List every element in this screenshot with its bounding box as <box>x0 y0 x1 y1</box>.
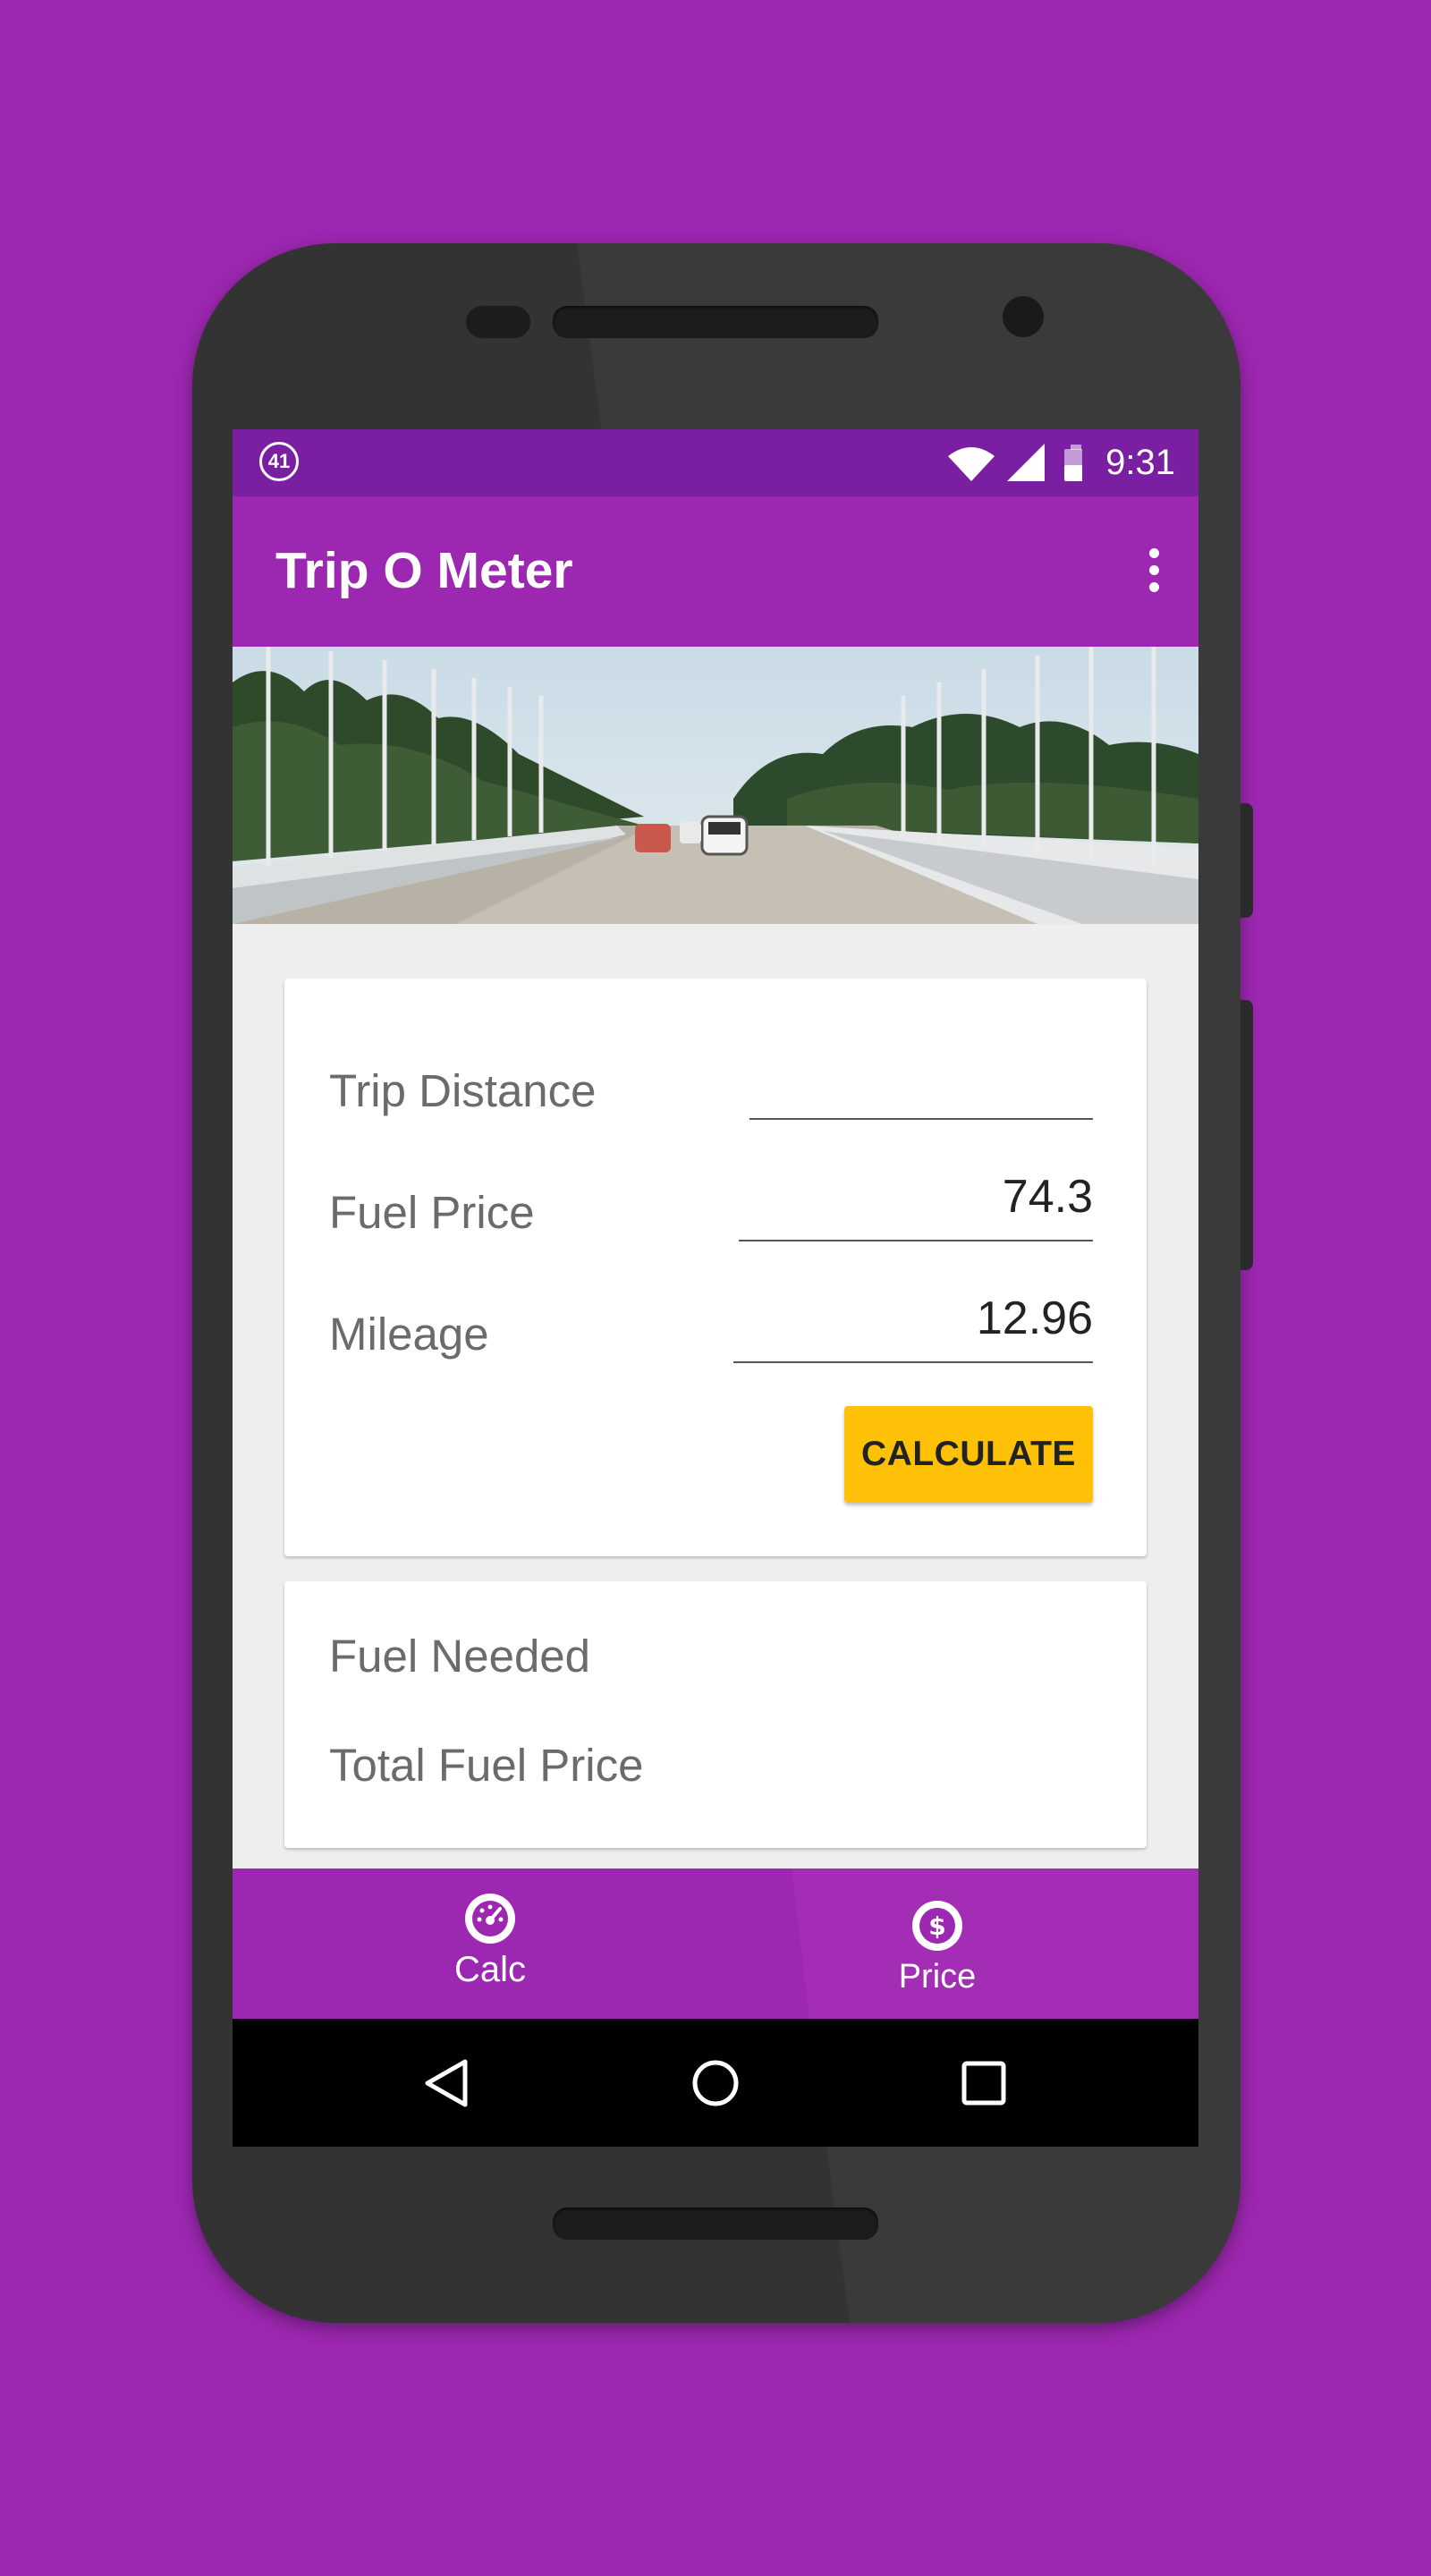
nav-price-label: Price <box>898 1958 977 1996</box>
bottom-speaker <box>553 2207 878 2240</box>
front-camera <box>1003 296 1044 337</box>
svg-text:$: $ <box>928 1911 945 1941</box>
app-title: Trip O Meter <box>275 542 573 599</box>
app-bar: Trip O Meter <box>233 496 1198 647</box>
trip-distance-field[interactable] <box>749 1048 1093 1120</box>
battery-icon <box>1064 445 1082 481</box>
fuel-price-label: Fuel Price <box>329 1187 535 1238</box>
nav-price[interactable]: $ Price <box>696 1868 1179 2019</box>
dollar-icon: $ <box>912 1901 962 1951</box>
calculate-button[interactable]: CALCULATE <box>844 1406 1093 1503</box>
bottom-navigation: Calc $ Price <box>233 1868 1198 2019</box>
signal-icon <box>1007 444 1045 481</box>
fuel-price-field[interactable]: 74.3 <box>739 1170 1093 1241</box>
home-icon[interactable] <box>689 2056 742 2110</box>
wifi-icon <box>948 447 995 481</box>
sensor <box>466 306 530 338</box>
road-photo <box>233 647 1198 924</box>
fuel-needed-label: Fuel Needed <box>329 1631 591 1682</box>
mileage-label: Mileage <box>329 1309 489 1360</box>
trip-distance-label: Trip Distance <box>329 1065 597 1116</box>
power-button <box>1240 803 1253 918</box>
status-time: 9:31 <box>1105 443 1175 482</box>
nav-calc[interactable]: Calc <box>249 1868 732 2019</box>
back-icon[interactable] <box>420 2056 474 2110</box>
nav-calc-label: Calc <box>453 1950 527 1989</box>
notification-count-icon: 41 <box>259 442 299 481</box>
speedometer-icon <box>465 1894 515 1944</box>
trip-input-card: Trip Distance Fuel Price 74.3 Mileage 12… <box>284 979 1147 1556</box>
recents-icon[interactable] <box>957 2056 1011 2110</box>
result-card: Fuel Needed Total Fuel Price <box>284 1581 1147 1848</box>
total-fuel-price-label: Total Fuel Price <box>329 1740 644 1791</box>
status-icons <box>948 444 1082 481</box>
volume-button <box>1240 1000 1253 1270</box>
top-speaker <box>553 306 878 338</box>
status-bar: 41 9:31 <box>233 429 1198 496</box>
system-navigation-bar <box>233 2019 1198 2147</box>
app-screen: 41 9:31 Trip O Meter Trip Distance Fuel … <box>233 429 1198 2147</box>
overflow-menu-icon[interactable] <box>1145 548 1163 598</box>
mileage-field[interactable]: 12.96 <box>733 1292 1093 1363</box>
